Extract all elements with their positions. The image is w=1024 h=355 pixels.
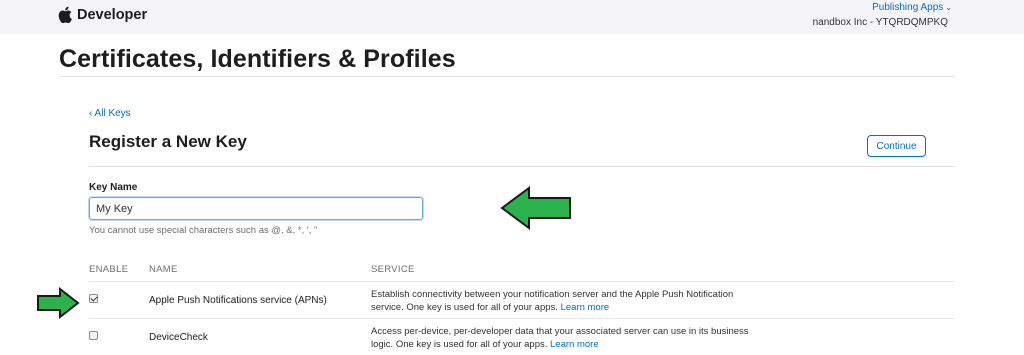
service-description: Establish connectivity between your noti… [371, 288, 751, 314]
title-divider [59, 76, 955, 77]
service-name: Apple Push Notifications service (APNs) [149, 295, 327, 306]
section-divider [89, 166, 955, 167]
learn-more-link[interactable]: Learn more [561, 302, 610, 313]
team-menu[interactable]: Publishing Apps ⌄ [872, 2, 952, 13]
continue-button[interactable]: Continue [867, 135, 926, 157]
developer-brand[interactable]: Developer [58, 6, 147, 23]
all-keys-link[interactable]: ‹ All Keys [89, 108, 131, 119]
table-header-divider [89, 281, 955, 282]
apns-enable-checkbox[interactable] [89, 294, 98, 303]
column-header-enable: ENABLE [89, 264, 129, 275]
service-name: DeviceCheck [149, 332, 208, 343]
top-nav-bar: Developer Publishing Apps ⌄ nandbox Inc -… [0, 0, 1024, 34]
section-title: Register a New Key [89, 132, 247, 151]
brand-label: Developer [77, 6, 148, 23]
team-menu-label: Publishing Apps [872, 2, 944, 13]
column-header-name: NAME [149, 264, 178, 275]
key-name-label: Key Name [89, 182, 138, 193]
learn-more-link[interactable]: Learn more [550, 339, 599, 350]
devicecheck-enable-checkbox[interactable] [89, 331, 98, 340]
key-name-hint: You cannot use special characters such a… [89, 225, 318, 236]
service-description: Access per-device, per-developer data th… [371, 325, 751, 351]
chevron-down-icon: ⌄ [945, 3, 952, 12]
key-name-input[interactable] [88, 196, 424, 221]
team-name: nandbox Inc - YTQRDQMPKQ [812, 17, 948, 28]
green-arrow-icon [500, 186, 571, 230]
row-divider [89, 318, 955, 319]
column-header-service: SERVICE [371, 264, 415, 275]
green-arrow-icon [37, 287, 80, 319]
service-description-text: Establish connectivity between your noti… [371, 289, 734, 313]
apple-logo-icon [58, 6, 72, 23]
page-title: Certificates, Identifiers & Profiles [59, 45, 456, 73]
